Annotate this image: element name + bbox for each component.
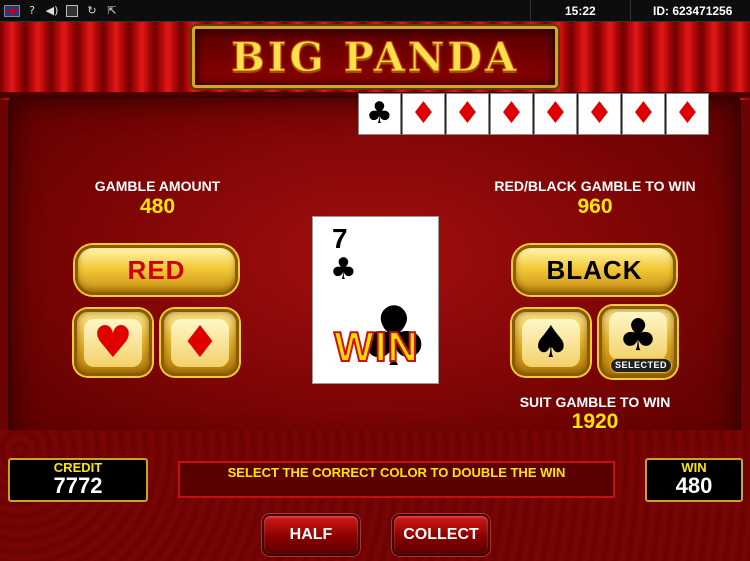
clock: 15:22	[565, 4, 596, 18]
divider	[530, 0, 531, 22]
gamble-amount-value: 480	[139, 195, 176, 218]
selected-badge: SELECTED	[610, 358, 672, 373]
instruction-message: SELECT THE CORRECT COLOR TO DOUBLE THE W…	[178, 461, 615, 498]
diamond-icon: ♦	[674, 96, 701, 131]
collect-button[interactable]: COLLECT	[392, 514, 490, 556]
diamond-icon: ♦	[586, 96, 613, 131]
diamond-icon: ♦	[498, 96, 525, 131]
red-button[interactable]: RED	[75, 245, 238, 295]
heart-button[interactable]: ♥	[74, 309, 152, 376]
diamond-button[interactable]: ♦	[161, 309, 239, 376]
history-card-diamond: ♦	[534, 93, 577, 135]
credit-box: CREDIT 7772	[8, 458, 148, 502]
diamond-icon: ♦	[542, 96, 569, 131]
club-icon: ♣	[618, 310, 658, 361]
win-box: WIN 480	[645, 458, 743, 502]
diamond-icon: ♦	[180, 316, 220, 368]
help-icon[interactable]: ?	[24, 3, 40, 18]
history-card-diamond: ♦	[402, 93, 445, 135]
reload-icon[interactable]: ↻	[84, 3, 100, 18]
credit-value: 7772	[53, 473, 103, 499]
game-title: BIG PANDA	[230, 33, 520, 81]
win-result: WIN	[333, 322, 419, 371]
diamond-icon: ♦	[630, 96, 657, 131]
history-card-diamond: ♦	[578, 93, 621, 135]
uk-flag-icon[interactable]	[4, 3, 20, 18]
diamond-icon: ♦	[454, 96, 481, 131]
exit-icon[interactable]: ⇱	[104, 3, 120, 18]
system-icons: ? ◀) ↻ ⇱	[4, 3, 120, 18]
spade-button[interactable]: ♠	[512, 309, 590, 376]
spade-icon: ♠	[531, 316, 571, 368]
club-button[interactable]: ♣ SELECTED	[599, 306, 677, 378]
history-card-diamond: ♦	[622, 93, 665, 135]
gamble-amount-label: GAMBLE AMOUNT	[94, 178, 221, 194]
red-black-win-value: 960	[577, 195, 613, 218]
win-value: 480	[675, 473, 713, 499]
sound-icon[interactable]: ◀)	[44, 3, 60, 18]
suit-gamble-label: SUIT GAMBLE TO WIN	[519, 394, 671, 410]
current-card: 7 ♣ ♣ WIN	[312, 216, 439, 384]
fullscreen-icon[interactable]	[64, 3, 80, 18]
black-button[interactable]: BLACK	[513, 245, 676, 295]
half-button[interactable]: HALF	[262, 514, 360, 556]
history-card-diamond: ♦	[666, 93, 709, 135]
club-icon: ♣	[330, 252, 357, 287]
card-rank: 7	[332, 223, 348, 254]
history-card-diamond: ♦	[490, 93, 533, 135]
card-history: ♣ ♦ ♦ ♦ ♦ ♦ ♦ ♦	[358, 93, 709, 135]
game-id: ID: 623471256	[653, 4, 733, 18]
history-card-diamond: ♦	[446, 93, 489, 135]
divider	[630, 0, 631, 22]
history-card-club: ♣	[358, 93, 401, 135]
diamond-icon: ♦	[410, 96, 437, 131]
heart-icon: ♥	[93, 316, 133, 368]
game-logo: BIG PANDA	[192, 26, 558, 88]
system-bar: ? ◀) ↻ ⇱ 15:22 ID: 623471256	[0, 0, 750, 22]
red-black-win-label: RED/BLACK GAMBLE TO WIN	[494, 178, 696, 194]
club-icon: ♣	[366, 96, 393, 131]
